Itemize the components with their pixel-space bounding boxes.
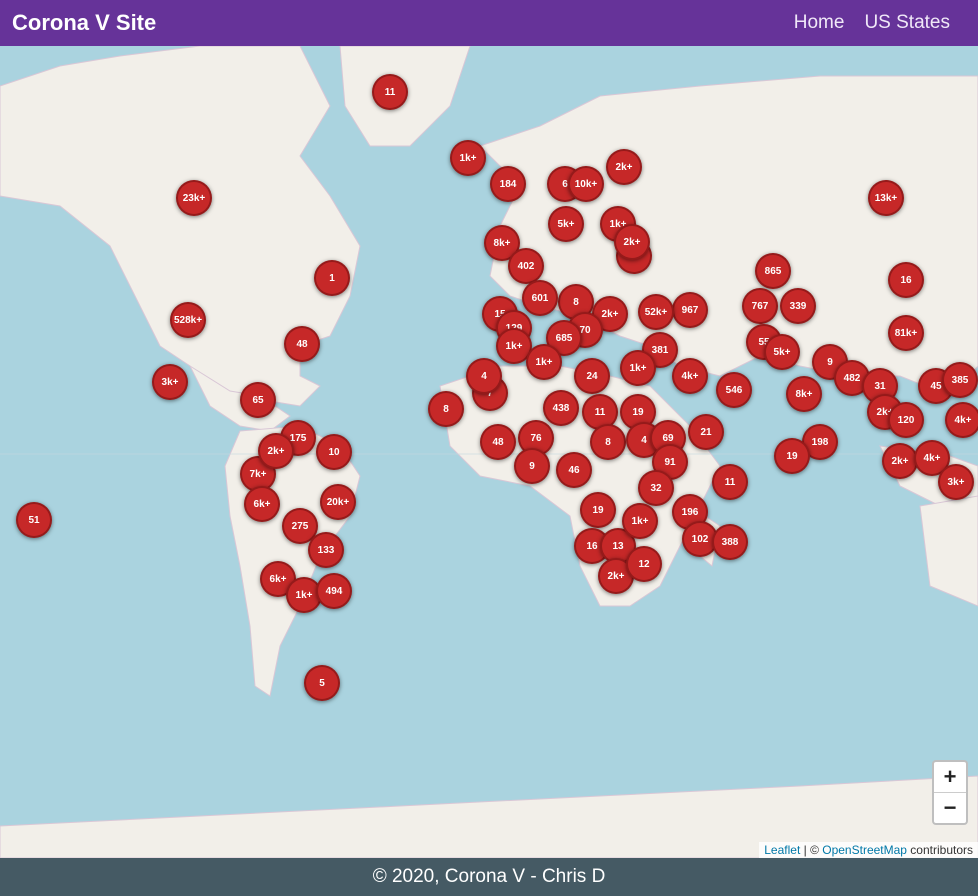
cluster-marker[interactable]: 10k+ — [568, 166, 604, 202]
cluster-marker[interactable]: 48 — [480, 424, 516, 460]
nav-links: Home US States — [794, 12, 950, 34]
cluster-marker[interactable]: 1k+ — [450, 140, 486, 176]
leaflet-link[interactable]: Leaflet — [764, 843, 800, 857]
land-australia — [919, 495, 978, 607]
footer: © 2020, Corona V - Chris D — [0, 858, 978, 896]
cluster-marker[interactable]: 133 — [308, 532, 344, 568]
cluster-marker[interactable]: 4k+ — [672, 358, 708, 394]
nav-home-link[interactable]: Home — [794, 12, 845, 34]
cluster-marker[interactable]: 3k+ — [938, 464, 974, 500]
site-brand[interactable]: Corona V Site — [12, 10, 156, 36]
cluster-marker[interactable]: 767 — [742, 288, 778, 324]
cluster-marker[interactable]: 23k+ — [176, 180, 212, 216]
nav-us-states-link[interactable]: US States — [864, 12, 950, 34]
cluster-marker[interactable]: 438 — [543, 390, 579, 426]
cluster-marker[interactable]: 5 — [304, 665, 340, 701]
cluster-marker[interactable]: 601 — [522, 280, 558, 316]
cluster-marker[interactable]: 4 — [466, 358, 502, 394]
cluster-marker[interactable]: 967 — [672, 292, 708, 328]
cluster-marker[interactable]: 528k+ — [170, 302, 206, 338]
cluster-marker[interactable]: 1k+ — [526, 344, 562, 380]
zoom-in-button[interactable]: + — [934, 762, 966, 793]
cluster-marker[interactable]: 385 — [942, 362, 978, 398]
navbar: Corona V Site Home US States — [0, 0, 978, 46]
cluster-marker[interactable]: 10 — [316, 434, 352, 470]
cluster-marker[interactable]: 6k+ — [244, 486, 280, 522]
cluster-marker[interactable]: 865 — [755, 253, 791, 289]
cluster-marker[interactable]: 8 — [428, 391, 464, 427]
cluster-marker[interactable]: 5k+ — [764, 334, 800, 370]
map-attribution: Leaflet | © OpenStreetMap contributors — [759, 842, 978, 858]
cluster-marker[interactable]: 494 — [316, 573, 352, 609]
cluster-marker[interactable]: 120 — [888, 402, 924, 438]
cluster-marker[interactable]: 46 — [556, 452, 592, 488]
cluster-marker[interactable]: 19 — [580, 492, 616, 528]
attribution-separator: | © — [800, 843, 823, 857]
cluster-marker[interactable]: 4k+ — [945, 402, 978, 438]
cluster-marker[interactable]: 2k+ — [258, 433, 294, 469]
cluster-marker[interactable]: 48 — [284, 326, 320, 362]
cluster-marker[interactable]: 21 — [688, 414, 724, 450]
cluster-marker[interactable]: 20k+ — [320, 484, 356, 520]
cluster-marker[interactable]: 65 — [240, 382, 276, 418]
cluster-marker[interactable]: 32 — [638, 470, 674, 506]
cluster-marker[interactable]: 12 — [626, 546, 662, 582]
zoom-out-button[interactable]: − — [934, 793, 966, 823]
cluster-marker[interactable]: 2k+ — [882, 443, 918, 479]
cluster-marker[interactable]: 402 — [508, 248, 544, 284]
cluster-marker[interactable]: 19 — [774, 438, 810, 474]
cluster-marker[interactable]: 24 — [574, 358, 610, 394]
cluster-marker[interactable]: 184 — [490, 166, 526, 202]
footer-text: © 2020, Corona V - Chris D — [372, 866, 606, 887]
world-map[interactable]: 111k+184610k+2k+23k+13k+5k+1k+8k+3k+2k+8… — [0, 46, 978, 858]
attribution-suffix: contributors — [906, 843, 973, 857]
cluster-marker[interactable]: 2k+ — [614, 224, 650, 260]
cluster-marker[interactable]: 2k+ — [606, 149, 642, 185]
cluster-marker[interactable]: 339 — [780, 288, 816, 324]
cluster-marker[interactable]: 11 — [372, 74, 408, 110]
cluster-marker[interactable]: 52k+ — [638, 294, 674, 330]
cluster-marker[interactable]: 3k+ — [152, 364, 188, 400]
cluster-marker[interactable]: 13k+ — [868, 180, 904, 216]
cluster-marker[interactable]: 8k+ — [786, 376, 822, 412]
cluster-marker[interactable]: 11 — [712, 464, 748, 500]
cluster-marker[interactable]: 9 — [514, 448, 550, 484]
cluster-marker[interactable]: 546 — [716, 372, 752, 408]
cluster-marker[interactable]: 81k+ — [888, 315, 924, 351]
cluster-marker[interactable]: 1k+ — [620, 350, 656, 386]
cluster-marker[interactable]: 16 — [888, 262, 924, 298]
cluster-marker[interactable]: 5k+ — [548, 206, 584, 242]
zoom-control: + − — [932, 760, 968, 825]
cluster-marker[interactable]: 8 — [590, 424, 626, 460]
cluster-marker[interactable]: 51 — [16, 502, 52, 538]
cluster-marker[interactable]: 1 — [314, 260, 350, 296]
cluster-marker[interactable]: 1k+ — [622, 503, 658, 539]
openstreetmap-link[interactable]: OpenStreetMap — [822, 843, 907, 857]
cluster-marker[interactable]: 388 — [712, 524, 748, 560]
